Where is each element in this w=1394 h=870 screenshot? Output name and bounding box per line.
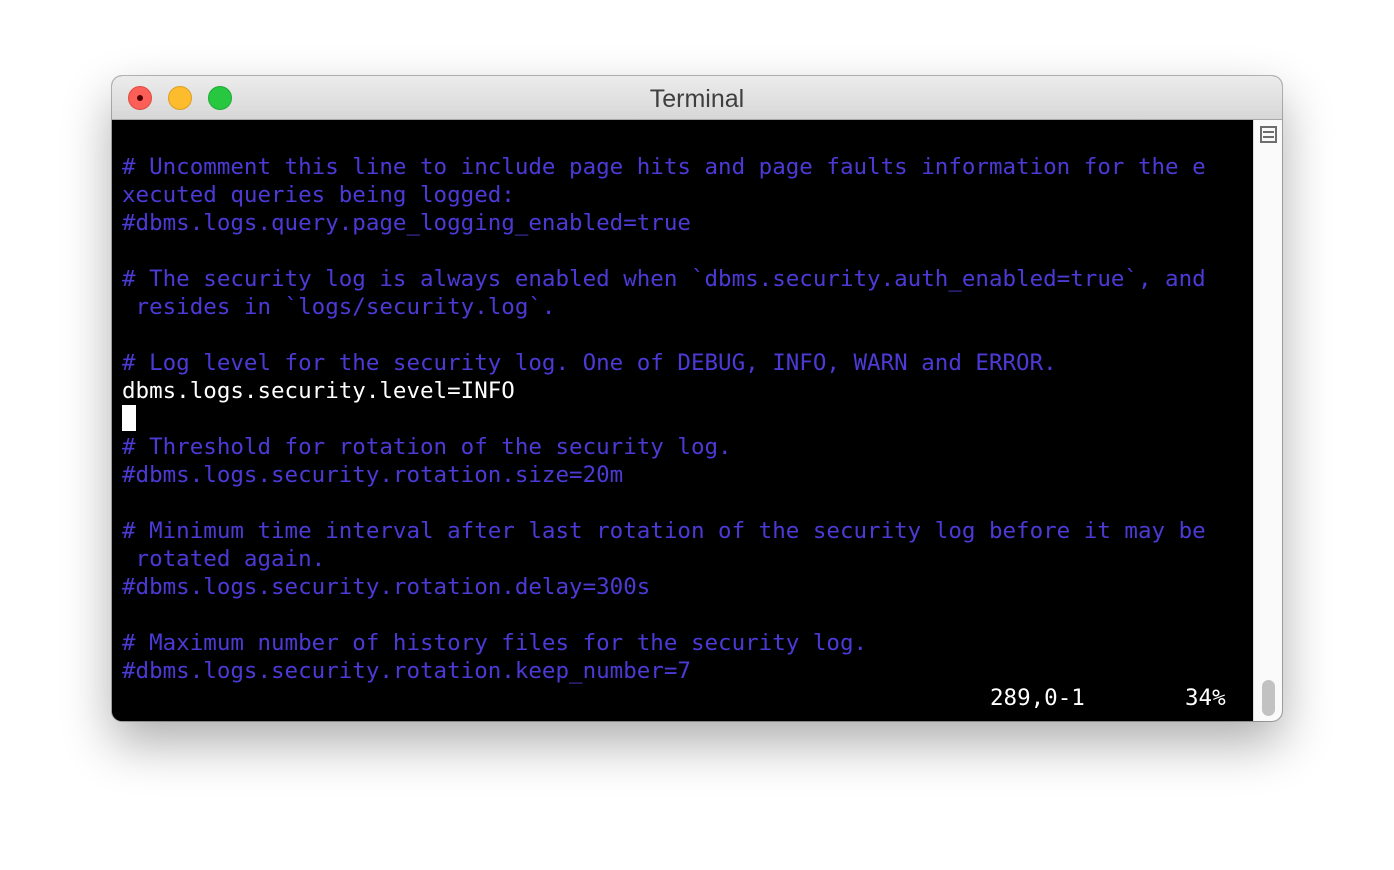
editor-line-active-setting: dbms.logs.security.level=INFO — [122, 378, 515, 404]
editor-line: # Threshold for rotation of the security… — [122, 434, 732, 460]
cursor-position-status: 289,0-1 — [990, 685, 1085, 711]
window-title: Terminal — [649, 85, 745, 113]
editor-line: #dbms.logs.query.page_logging_enabled=tr… — [122, 210, 691, 236]
terminal-content[interactable]: # Uncomment this line to include page hi… — [112, 120, 1253, 721]
editor-line: #dbms.logs.security.rotation.size=20m — [122, 462, 624, 488]
editor-line: xecuted queries being logged: — [122, 182, 515, 208]
editor-line: # Minimum time interval after last rotat… — [122, 518, 1206, 544]
editor-line: rotated again. — [122, 546, 326, 572]
editor-line: # Maximum number of history files for th… — [122, 630, 868, 656]
text-cursor — [122, 405, 136, 431]
terminal-window: Terminal # Uncomment this line to includ… — [112, 76, 1282, 721]
editor-line: #dbms.logs.security.rotation.keep_number… — [122, 658, 691, 684]
split-pane-icon[interactable] — [1260, 126, 1277, 143]
editor-line: # The security log is always enabled whe… — [122, 266, 1206, 292]
editor-line: resides in `logs/security.log`. — [122, 294, 556, 320]
vertical-scrollbar[interactable] — [1253, 120, 1282, 721]
editor-line: # Log level for the security log. One of… — [122, 350, 1057, 376]
title-bar[interactable]: Terminal — [112, 76, 1282, 120]
editor-line: #dbms.logs.security.rotation.delay=300s — [122, 574, 651, 600]
scrollbar-thumb[interactable] — [1262, 680, 1275, 716]
editor-line: # Uncomment this line to include page hi… — [122, 154, 1206, 180]
scroll-percent-status: 34% — [1185, 685, 1226, 711]
